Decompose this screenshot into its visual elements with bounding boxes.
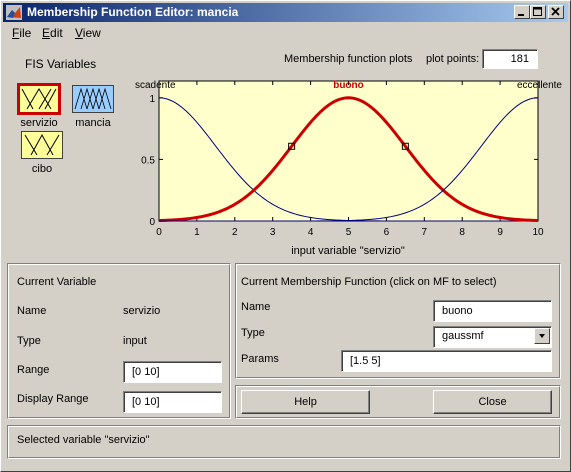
buttons-panel: Help Close <box>235 385 561 419</box>
mf-params-input[interactable]: [1.5 5] <box>341 350 552 372</box>
variable-label-mancia: mancia <box>75 117 111 129</box>
mf-plots-title: Membership function plots <box>284 53 413 65</box>
status-panel: Selected variable "servizio" <box>7 425 561 459</box>
chevron-down-icon <box>539 334 545 338</box>
variable-label-cibo: cibo <box>31 163 53 175</box>
mf-label-buono: buono <box>333 80 364 91</box>
x-tick-label: 2 <box>232 227 238 238</box>
variable-name-value: servizio <box>123 305 161 317</box>
mf-name-input[interactable]: buono <box>433 300 552 322</box>
range-input[interactable]: [0 10] <box>123 361 222 383</box>
title-bar[interactable]: Membership Function Editor: mancia <box>3 3 568 22</box>
display-range-input[interactable]: [0 10] <box>123 391 222 413</box>
x-tick-label: 4 <box>308 227 314 238</box>
mf-type-select[interactable]: gaussmf <box>433 326 552 348</box>
current-mf-title: Current Membership Function (click on MF… <box>241 276 497 288</box>
x-tick-label: 0 <box>156 227 162 238</box>
mf-name-label: Name <box>241 301 271 313</box>
x-tick-label: 7 <box>422 227 428 238</box>
variable-icon-servizio[interactable] <box>17 83 61 115</box>
mf-label-scadente: scadente <box>135 80 176 91</box>
menu-edit[interactable]: Edit <box>42 26 63 40</box>
variable-type-value: input <box>123 335 147 347</box>
menu-bar: File Edit View <box>3 23 568 43</box>
mf-params-label: Params <box>241 353 279 365</box>
y-tick-label: 0 <box>149 217 155 228</box>
variable-type-label: Type <box>17 335 41 347</box>
matlab-app-icon <box>6 5 22 20</box>
menu-file[interactable]: File <box>12 26 31 40</box>
help-button[interactable]: Help <box>241 390 370 414</box>
current-variable-panel: Current Variable Name servizio Type inpu… <box>7 263 231 419</box>
mf-plot[interactable]: 0 0.5 1 0 1 2 3 4 5 6 7 8 9 10 scadente buono eccellen… <box>131 71 571 261</box>
x-axis-title: input variable "servizio" <box>291 245 405 257</box>
maximize-icon <box>533 7 542 16</box>
close-window-button[interactable] <box>548 5 564 19</box>
mf-label-eccellente: eccellente <box>517 80 562 91</box>
current-mf-panel: Current Membership Function (click on MF… <box>235 263 561 379</box>
y-tick-label: 0.5 <box>141 155 155 166</box>
x-tick-label: 6 <box>384 227 390 238</box>
mf-type-label: Type <box>241 327 265 339</box>
display-range-label: Display Range <box>17 393 89 405</box>
x-tick-label: 9 <box>497 227 503 238</box>
plot-points-label: plot points: <box>426 53 480 65</box>
variable-label-servizio: servizio <box>20 117 58 129</box>
current-variable-title: Current Variable <box>17 276 97 288</box>
dropdown-button[interactable] <box>534 328 550 344</box>
minimize-icon <box>518 14 524 16</box>
menu-view[interactable]: View <box>75 26 101 40</box>
mf-type-value: gaussmf <box>442 330 484 342</box>
range-label: Range <box>17 364 50 376</box>
status-text: Selected variable "servizio" <box>17 434 150 446</box>
variable-name-label: Name <box>17 305 47 317</box>
plot-area[interactable] <box>158 80 539 222</box>
y-tick-label: 1 <box>149 94 155 105</box>
x-tick-label: 10 <box>532 227 544 238</box>
x-tick-label: 5 <box>346 227 352 238</box>
window-title: Membership Function Editor: mancia <box>27 5 239 19</box>
fis-variables-title: FIS Variables <box>25 57 97 71</box>
variable-icon-cibo[interactable] <box>21 131 63 159</box>
minimize-button[interactable] <box>514 5 530 19</box>
x-tick-label: 1 <box>194 227 200 238</box>
close-icon <box>551 7 560 16</box>
variable-icon-mancia[interactable] <box>72 85 114 113</box>
x-tick-label: 3 <box>270 227 276 238</box>
x-tick-label: 8 <box>459 227 465 238</box>
maximize-button[interactable] <box>530 5 546 19</box>
close-button[interactable]: Close <box>433 390 552 414</box>
plot-points-input[interactable]: 181 <box>482 49 538 69</box>
mf-editor-window: Membership Function Editor: mancia File … <box>0 0 571 472</box>
